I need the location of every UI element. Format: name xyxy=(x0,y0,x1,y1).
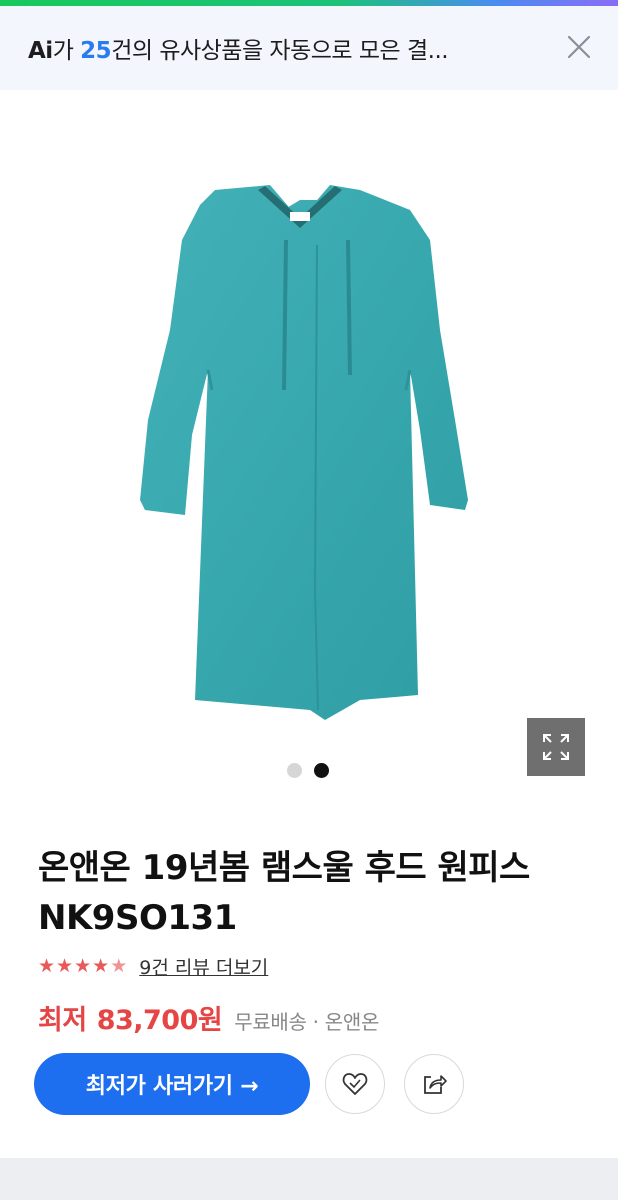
ai-banner-text: Ai가 25건의 유사상품을 자동으로 모은 결... xyxy=(28,31,449,65)
lowest-price: 83,700원 xyxy=(96,1005,223,1036)
review-link[interactable]: 9건 리뷰 더보기 xyxy=(139,953,268,980)
similar-count: 25 xyxy=(80,38,112,64)
star-icon: ★ xyxy=(92,954,110,977)
ai-banner-prefix: 가 xyxy=(52,38,81,64)
gallery-dot-2[interactable] xyxy=(314,763,329,778)
product-title: 온앤온 19년봄 램스울 후드 원피스 NK9SO131 xyxy=(38,848,530,938)
price-row: 최저 83,700원 무료배송 · 온앤온 xyxy=(38,998,379,1038)
star-rating: ★ ★ ★ ★ ★ xyxy=(38,954,128,977)
half-star-icon: ★ xyxy=(110,954,128,977)
ai-banner-suffix: 건의 유사상품을 자동으로 모은 결... xyxy=(111,38,449,64)
rating-row: ★ ★ ★ ★ ★ 9건 리뷰 더보기 xyxy=(38,951,268,981)
share-button[interactable] xyxy=(404,1054,464,1114)
heart-icon xyxy=(342,1073,368,1095)
share-icon xyxy=(424,1075,447,1094)
section-divider xyxy=(0,1158,618,1200)
fullscreen-button[interactable] xyxy=(527,718,585,776)
gallery-dot-1[interactable] xyxy=(287,763,302,778)
product-photo xyxy=(140,185,468,720)
star-icon: ★ xyxy=(38,954,56,977)
shipping-seller-info: 무료배송 · 온앤온 xyxy=(234,1010,380,1034)
price-label: 최저 xyxy=(38,1005,87,1036)
gallery-pagination xyxy=(287,763,329,778)
ai-logo: Ai xyxy=(28,38,53,64)
close-icon[interactable] xyxy=(564,32,594,62)
star-icon: ★ xyxy=(74,954,92,977)
expand-icon xyxy=(543,734,569,760)
buy-lowest-price-button[interactable]: 최저가 사러가기 → xyxy=(34,1053,310,1115)
wishlist-button[interactable] xyxy=(325,1054,385,1114)
product-image-gallery[interactable] xyxy=(0,90,618,790)
ai-similar-products-banner[interactable]: Ai가 25건의 유사상품을 자동으로 모은 결... xyxy=(0,6,618,90)
star-icon: ★ xyxy=(56,954,74,977)
